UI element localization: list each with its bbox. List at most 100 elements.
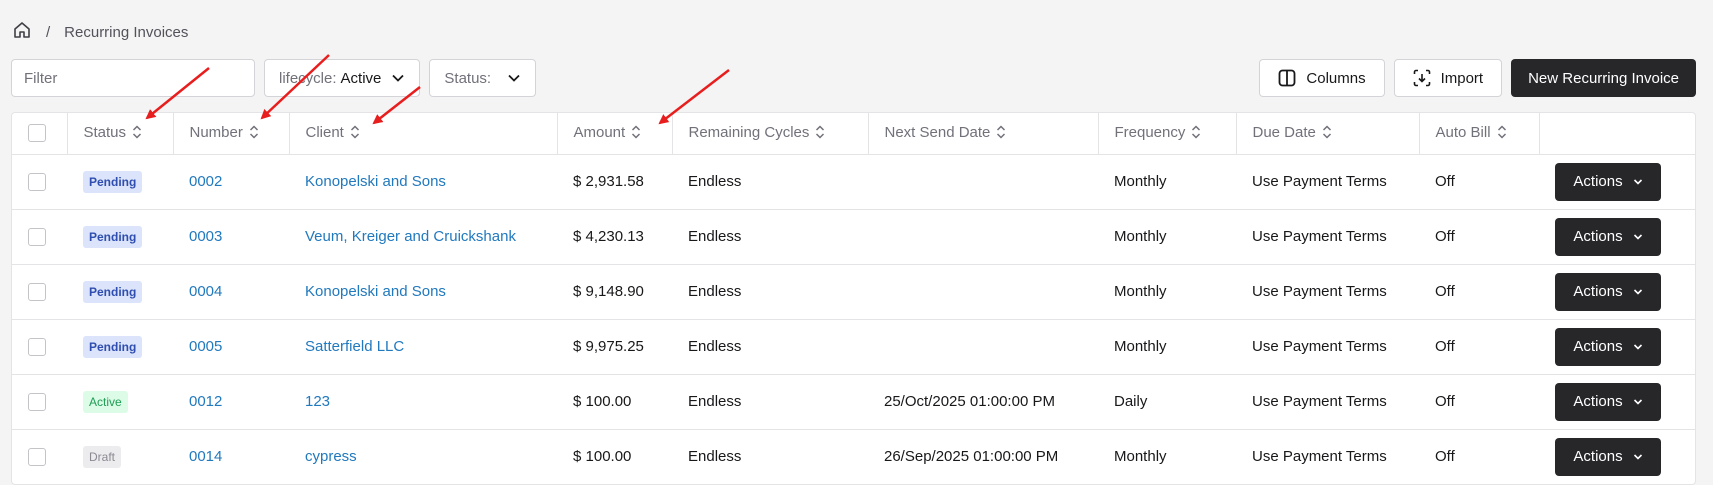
lifecycle-dropdown[interactable]: lifecycle: Active xyxy=(264,59,421,97)
column-header-due-date[interactable]: Due Date xyxy=(1235,113,1419,155)
status-badge: Pending xyxy=(83,225,143,248)
row-checkbox[interactable] xyxy=(28,172,46,191)
table-row[interactable]: Pending 0003 Veum, Kreiger and Cruickshank… xyxy=(12,209,1695,264)
status-badge: Pending xyxy=(83,280,143,303)
sort-icon[interactable] xyxy=(815,125,825,143)
table-row[interactable]: Pending 0005 Satterfield LLC $ 9,975.25 Endl… xyxy=(12,319,1695,374)
actions-button[interactable]: Actions xyxy=(1555,272,1661,311)
row-checkbox[interactable] xyxy=(28,392,46,411)
actions-label: Actions xyxy=(1573,173,1623,190)
status-cell: Active xyxy=(67,374,173,429)
number-cell: 0004 xyxy=(173,264,289,319)
status-dropdown[interactable]: Status: xyxy=(429,59,537,97)
sort-icon[interactable] xyxy=(1322,125,1332,143)
sort-icon[interactable] xyxy=(350,125,360,143)
table-row[interactable]: Pending 0002 Konopelski and Sons $ 2,931.58… xyxy=(12,154,1695,209)
actions-button[interactable]: Actions xyxy=(1555,327,1661,366)
filter-input[interactable] xyxy=(11,59,255,97)
row-select-cell xyxy=(12,319,67,374)
status-cell: Pending xyxy=(67,319,173,374)
invoice-number-link[interactable]: 0004 xyxy=(189,283,222,300)
select-all-checkbox[interactable] xyxy=(28,124,46,143)
row-select-cell xyxy=(12,374,67,429)
chevron-down-icon xyxy=(1633,398,1642,405)
next-send-date-cell: 25/Oct/2025 01:00:00 PM xyxy=(884,393,1055,410)
chevron-down-icon xyxy=(508,74,520,82)
client-cell: Konopelski and Sons xyxy=(289,264,557,319)
sort-icon[interactable] xyxy=(1497,125,1507,143)
invoice-number-link[interactable]: 0005 xyxy=(189,338,222,355)
status-badge: Draft xyxy=(83,445,122,468)
client-link[interactable]: Konopelski and Sons xyxy=(305,283,446,300)
actions-button[interactable]: Actions xyxy=(1555,162,1661,201)
row-checkbox[interactable] xyxy=(28,337,46,356)
next-send-date-cell xyxy=(868,209,1098,264)
table-row[interactable]: Draft 0014 cypress $ 100.00 Endless 26/Sep/20… xyxy=(12,429,1695,484)
frequency-cell: Daily xyxy=(1114,393,1148,410)
actions-label: Actions xyxy=(1573,283,1623,300)
home-icon[interactable] xyxy=(12,20,32,44)
row-checkbox[interactable] xyxy=(28,227,46,246)
sort-icon[interactable] xyxy=(249,125,259,143)
client-cell: 123 xyxy=(289,374,557,429)
select-all-cell xyxy=(12,113,67,155)
amount-cell: $ 100.00 xyxy=(573,448,632,465)
client-link[interactable]: 123 xyxy=(305,393,330,410)
column-header-status[interactable]: Status xyxy=(66,113,173,155)
next-send-date-cell xyxy=(868,319,1098,374)
client-link[interactable]: Satterfield LLC xyxy=(305,338,404,355)
sort-icon[interactable] xyxy=(631,125,641,143)
new-recurring-invoice-button[interactable]: New Recurring Invoice xyxy=(1511,59,1696,97)
invoice-number-link[interactable]: 0002 xyxy=(189,173,222,190)
invoice-number-link[interactable]: 0012 xyxy=(189,393,222,410)
column-header-label: Due Date xyxy=(1252,123,1316,141)
column-header-next-send-date[interactable]: Next Send Date xyxy=(867,113,1098,155)
lifecycle-value: Active xyxy=(340,69,382,87)
number-cell: 0003 xyxy=(173,209,289,264)
frequency-cell: Monthly xyxy=(1114,283,1167,300)
column-header-remaining-cycles[interactable]: Remaining Cycles xyxy=(671,113,868,155)
invoice-number-link[interactable]: 0014 xyxy=(189,448,222,465)
invoice-number-link[interactable]: 0003 xyxy=(189,228,222,245)
actions-button[interactable]: Actions xyxy=(1555,437,1661,476)
row-checkbox[interactable] xyxy=(28,447,46,466)
actions-button[interactable]: Actions xyxy=(1555,382,1661,421)
client-link[interactable]: cypress xyxy=(305,448,357,465)
chevron-down-icon xyxy=(1633,178,1642,185)
column-header-number[interactable]: Number xyxy=(172,113,289,155)
import-button[interactable]: Import xyxy=(1393,59,1503,97)
table-row[interactable]: Pending 0004 Konopelski and Sons $ 9,148.90… xyxy=(12,264,1695,319)
remaining-cycles-cell: Endless xyxy=(688,448,742,465)
actions-button[interactable]: Actions xyxy=(1555,217,1661,256)
table-row[interactable]: Active 0012 123 $ 100.00 Endless 25/Oct/2025 … xyxy=(12,374,1695,429)
actions-cell: Actions xyxy=(1539,264,1695,319)
status-filter-label: Status: xyxy=(444,69,492,87)
column-header-frequency[interactable]: Frequency xyxy=(1097,113,1236,155)
lifecycle-label: lifecycle: xyxy=(279,69,337,87)
amount-cell: $ 2,931.58 xyxy=(573,173,644,190)
auto-bill-cell: Off xyxy=(1435,228,1455,245)
auto-bill-cell: Off xyxy=(1435,448,1455,465)
amount-cell: $ 4,230.13 xyxy=(573,228,644,245)
row-select-cell xyxy=(12,429,67,484)
number-cell: 0012 xyxy=(173,374,289,429)
sort-icon[interactable] xyxy=(996,125,1006,143)
row-checkbox[interactable] xyxy=(28,282,46,301)
client-link[interactable]: Veum, Kreiger and Cruickshank xyxy=(305,228,516,245)
column-header-auto-bill[interactable]: Auto Bill xyxy=(1418,113,1539,155)
sort-icon[interactable] xyxy=(1191,125,1201,143)
columns-button[interactable]: Columns xyxy=(1259,59,1385,97)
sort-icon[interactable] xyxy=(132,125,142,143)
column-header-client[interactable]: Client xyxy=(288,113,557,155)
columns-icon xyxy=(1278,69,1296,87)
column-header-amount[interactable]: Amount xyxy=(556,113,672,155)
next-send-date-cell xyxy=(868,154,1098,209)
client-link[interactable]: Konopelski and Sons xyxy=(305,173,446,190)
next-send-date-cell xyxy=(868,264,1098,319)
amount-cell: $ 9,148.90 xyxy=(573,283,644,300)
column-header-label: Amount xyxy=(573,123,626,141)
column-header-label: Client xyxy=(305,123,344,141)
row-select-cell xyxy=(12,264,67,319)
row-select-cell xyxy=(12,154,67,209)
column-header-label: Frequency xyxy=(1114,123,1186,141)
